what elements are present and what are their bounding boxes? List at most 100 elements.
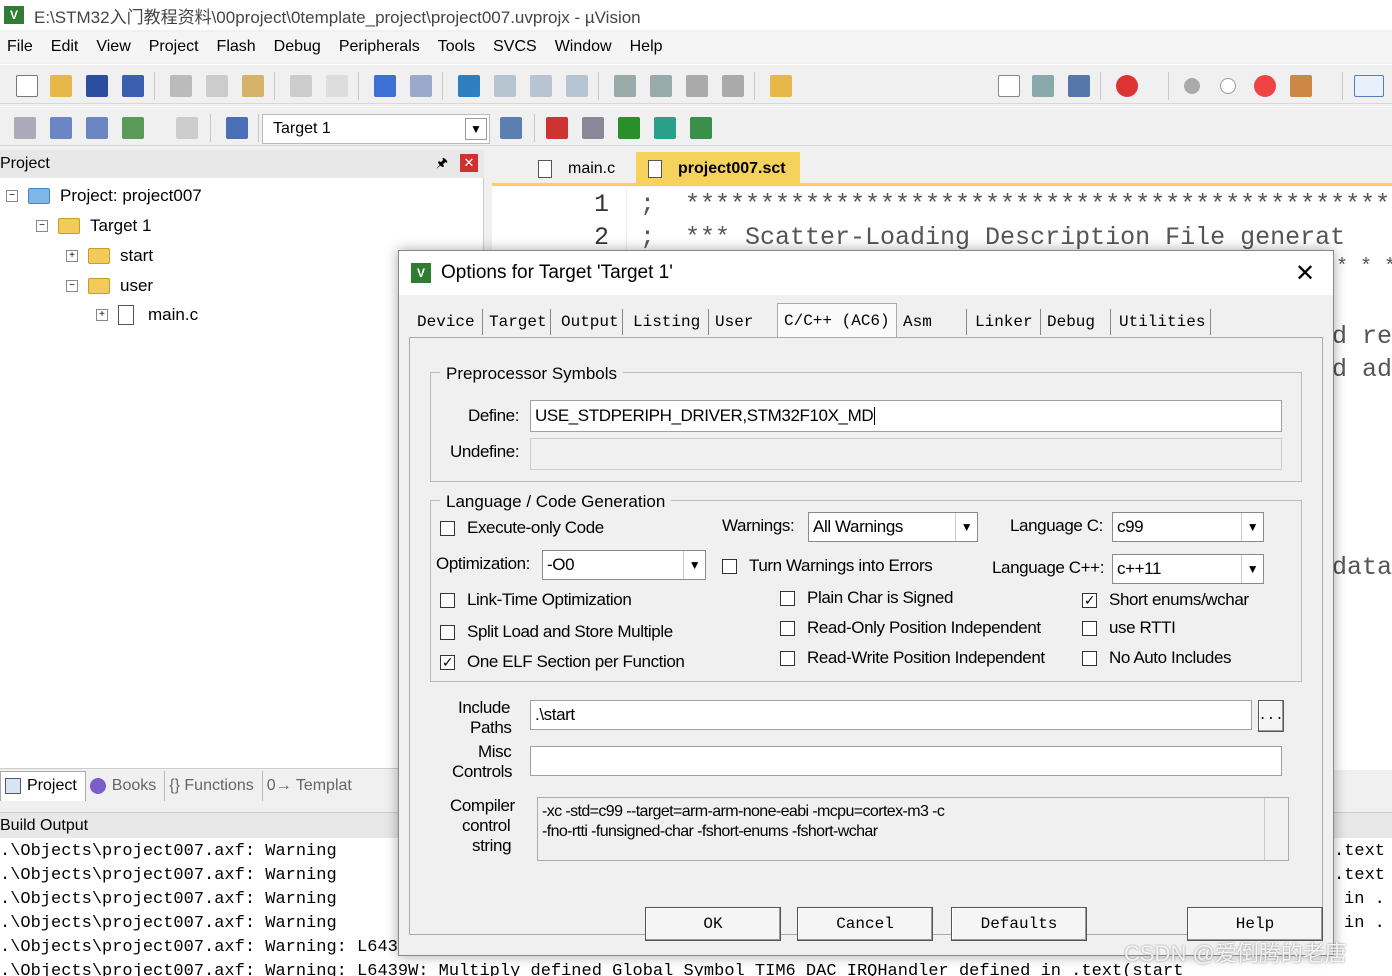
defaults-button[interactable]: Defaults — [951, 907, 1087, 941]
target-select[interactable]: Target 1 ▼ — [262, 114, 490, 144]
stop-build-icon[interactable] — [176, 117, 198, 139]
tab-target[interactable]: Target — [483, 309, 551, 335]
cut-icon[interactable] — [170, 75, 192, 97]
link-time-optimization-checkbox[interactable]: Link-Time Optimization — [440, 590, 632, 610]
tab-user[interactable]: User — [709, 309, 777, 335]
plain-char-signed-checkbox[interactable]: Plain Char is Signed — [780, 588, 953, 608]
expand-icon[interactable]: + — [66, 250, 78, 262]
menu-edit[interactable]: Edit — [44, 38, 90, 56]
tree-item-target[interactable]: − Target 1 — [36, 216, 151, 236]
checkbox-checked-box[interactable]: ✓ — [440, 654, 455, 670]
tab-device[interactable]: Device — [411, 309, 483, 335]
language-c-select[interactable]: c99 ▼ — [1112, 512, 1264, 542]
menu-tools[interactable]: Tools — [431, 38, 486, 56]
define-input[interactable]: USE_STDPERIPH_DRIVER,STM32F10X_MD — [530, 400, 1282, 432]
optimization-select[interactable]: -O0 ▼ — [542, 550, 706, 580]
menu-project[interactable]: Project — [142, 38, 210, 56]
pack-installer-icon[interactable] — [618, 117, 640, 139]
editor-tab-project007-sct[interactable]: project007.sct — [636, 152, 800, 185]
undefine-input[interactable] — [530, 438, 1282, 470]
tree-item-user[interactable]: − user — [66, 276, 153, 296]
scrollbar[interactable] — [1264, 798, 1288, 860]
collapse-icon[interactable]: − — [66, 280, 78, 292]
short-enums-wchar-checkbox[interactable]: ✓ Short enums/wchar — [1082, 590, 1249, 610]
turn-warnings-into-errors-checkbox[interactable]: Turn Warnings into Errors — [722, 556, 933, 576]
redo-icon[interactable] — [326, 75, 348, 97]
chevron-down-icon[interactable]: ▼ — [1241, 555, 1263, 583]
menu-flash[interactable]: Flash — [210, 38, 267, 56]
breakpoint-icon[interactable] — [1184, 78, 1200, 94]
checkbox-box[interactable] — [440, 624, 455, 640]
split-load-store-checkbox[interactable]: Split Load and Store Multiple — [440, 622, 673, 642]
menu-peripherals[interactable]: Peripherals — [332, 38, 431, 56]
misc-controls-input[interactable] — [530, 746, 1282, 776]
find-in-files-icon[interactable] — [770, 75, 792, 97]
next-bookmark-icon[interactable] — [530, 75, 552, 97]
cancel-button[interactable]: Cancel — [797, 907, 933, 941]
close-icon[interactable]: ✕ — [460, 154, 478, 172]
code-line[interactable]: ; **************************************… — [640, 190, 1390, 219]
tab-asm[interactable]: Asm — [897, 309, 967, 335]
undo-icon[interactable] — [290, 75, 312, 97]
prev-bookmark-icon[interactable] — [494, 75, 516, 97]
navigate-forward-icon[interactable] — [410, 75, 432, 97]
expand-icon[interactable]: + — [96, 309, 108, 321]
tree-item-main-c[interactable]: + main.c — [96, 305, 198, 325]
tab-c-cpp-ac6[interactable]: C/C++ (AC6) — [777, 303, 897, 337]
checkbox-box[interactable] — [1082, 620, 1097, 636]
checkbox-box[interactable] — [780, 620, 795, 636]
use-rtti-checkbox[interactable]: use RTTI — [1082, 618, 1176, 638]
select-packs-icon[interactable] — [582, 117, 604, 139]
tab-linker[interactable]: Linker — [969, 309, 1041, 335]
manage-rte-icon[interactable] — [654, 117, 676, 139]
build-icon[interactable] — [50, 117, 72, 139]
warnings-select[interactable]: All Warnings ▼ — [808, 512, 978, 542]
bookmark-icon[interactable] — [458, 75, 480, 97]
configure-icon[interactable] — [1290, 75, 1312, 97]
batch-build-icon[interactable] — [122, 117, 144, 139]
chevron-down-icon[interactable]: ▼ — [465, 118, 487, 140]
checkbox-checked-box[interactable]: ✓ — [1082, 592, 1097, 608]
code-line[interactable]: ; *** Scatter-Loading Description File g… — [640, 223, 1345, 252]
tab-templates[interactable]: 0→ Templat — [263, 771, 360, 801]
menu-debug[interactable]: Debug — [267, 38, 332, 56]
tab-debug[interactable]: Debug — [1041, 309, 1111, 335]
manage-project-items-icon[interactable] — [546, 117, 568, 139]
chevron-down-icon[interactable]: ▼ — [683, 551, 705, 579]
tab-output[interactable]: Output — [555, 309, 623, 335]
no-auto-includes-checkbox[interactable]: No Auto Includes — [1082, 648, 1232, 668]
menu-help[interactable]: Help — [623, 38, 674, 56]
comment-icon[interactable] — [686, 75, 708, 97]
clear-bookmarks-icon[interactable] — [566, 75, 588, 97]
tree-item-project[interactable]: − Project: project007 — [6, 186, 202, 206]
target-options-icon[interactable] — [500, 117, 522, 139]
checkbox-box[interactable] — [780, 650, 795, 666]
navigate-back-icon[interactable] — [374, 75, 396, 97]
debug-start-icon[interactable] — [1116, 75, 1138, 97]
new-file-icon[interactable] — [16, 75, 38, 97]
find-combo-dropdown-icon[interactable] — [998, 75, 1020, 97]
include-paths-input[interactable]: .\start — [530, 700, 1252, 730]
checkbox-box[interactable] — [780, 590, 795, 606]
translate-icon[interactable] — [14, 117, 36, 139]
save-all-icon[interactable] — [122, 75, 144, 97]
ropi-checkbox[interactable]: Read-Only Position Independent — [780, 618, 1041, 638]
tab-listing[interactable]: Listing — [627, 309, 709, 335]
tab-utilities[interactable]: Utilities — [1113, 309, 1211, 335]
collapse-icon[interactable]: − — [6, 190, 18, 202]
checkbox-box[interactable] — [722, 558, 737, 574]
ok-button[interactable]: OK — [645, 907, 781, 941]
browse-include-paths-button[interactable]: ... — [1258, 700, 1284, 732]
enable-breakpoint-icon[interactable] — [1220, 78, 1236, 94]
pin-icon[interactable]: 🖈 — [436, 154, 448, 176]
tree-item-start[interactable]: + start — [66, 246, 153, 266]
compiler-control-string[interactable]: -xc -std=c99 --target=arm-arm-none-eabi … — [537, 797, 1289, 861]
language-cpp-select[interactable]: c++11 ▼ — [1112, 554, 1264, 584]
checkbox-box[interactable] — [440, 592, 455, 608]
tab-functions[interactable]: {} Functions — [165, 770, 263, 801]
menu-file[interactable]: File — [0, 38, 44, 56]
paste-icon[interactable] — [242, 75, 264, 97]
menu-svcs[interactable]: SVCS — [486, 38, 548, 56]
event-recorder-icon[interactable] — [690, 117, 712, 139]
menu-window[interactable]: Window — [548, 38, 623, 56]
